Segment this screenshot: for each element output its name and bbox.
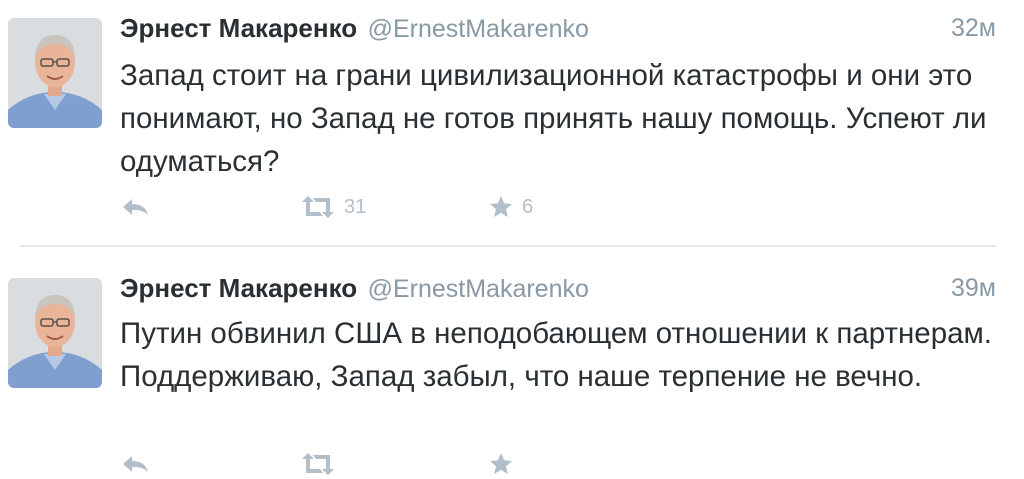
retweet-icon <box>300 451 336 477</box>
tweet-text-line: Путин обвинил США в неподобающем отношен… <box>120 317 992 350</box>
author-name[interactable]: Эрнест Макаренко <box>120 13 357 43</box>
retweet-button[interactable] <box>300 449 336 479</box>
star-icon <box>488 451 514 477</box>
author-name[interactable]: Эрнест Макаренко <box>120 273 357 303</box>
favorite-button[interactable]: 6 <box>488 192 533 222</box>
retweet-button[interactable]: 31 <box>300 192 366 222</box>
author-handle[interactable]: @ErnestMakarenko <box>368 15 589 43</box>
tweet-text: Запад стоит на грани цивилизационной кат… <box>120 54 1000 183</box>
timestamp[interactable]: 32м <box>951 8 996 48</box>
tweet[interactable]: Эрнест Макаренко @ErnestMakarenko 39м Пу… <box>0 249 1024 475</box>
timestamp[interactable]: 39м <box>951 268 996 308</box>
tweet-divider <box>20 245 996 247</box>
star-icon <box>488 194 514 220</box>
author-handle[interactable]: @ErnestMakarenko <box>368 275 589 303</box>
tweet-text: Путин обвинил США в неподобающем отношен… <box>120 312 1000 398</box>
retweet-count: 31 <box>344 195 367 218</box>
tweet[interactable]: Эрнест Макаренко @ErnestMakarenko 32м За… <box>0 0 1024 246</box>
favorite-count: 6 <box>522 195 534 218</box>
reply-icon <box>120 195 150 219</box>
favorite-button[interactable] <box>488 449 514 479</box>
reply-button[interactable] <box>120 449 150 479</box>
reply-button[interactable] <box>120 192 150 222</box>
retweet-icon <box>300 194 336 220</box>
avatar[interactable] <box>8 18 102 128</box>
reply-icon <box>120 452 150 476</box>
tweet-header: Эрнест Макаренко @ErnestMakarenko 39м <box>120 268 996 308</box>
avatar[interactable] <box>8 278 102 388</box>
tweet-header: Эрнест Макаренко @ErnestMakarenko 32м <box>120 8 996 48</box>
tweet-text-line: Поддерживаю, Запад забыл, что наше терпе… <box>120 360 923 393</box>
tweet-text-line: Запад стоит на грани цивилизационной кат… <box>120 59 987 178</box>
